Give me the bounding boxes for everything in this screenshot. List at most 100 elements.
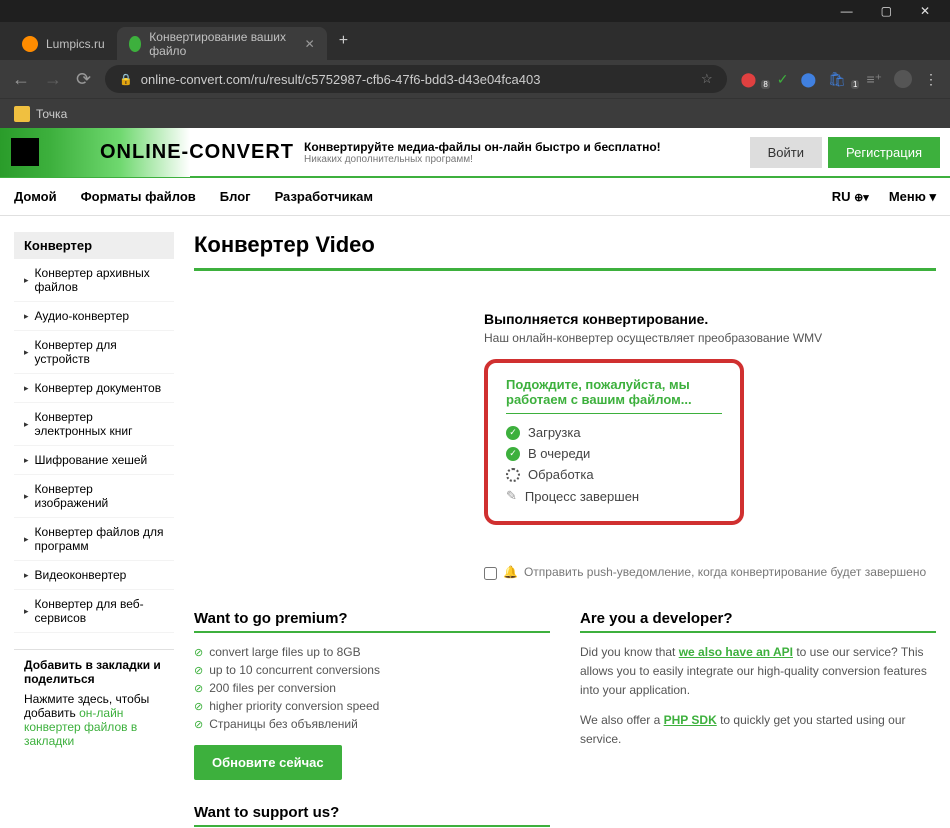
bookmark-box: Добавить в закладки и поделиться Нажмите… <box>14 649 174 756</box>
favicon-icon <box>129 36 142 52</box>
check-icon: ⊘ <box>194 646 203 659</box>
sidebar-item-label: Видеоконвертер <box>35 568 127 582</box>
globe-icon: ⊕▾ <box>854 192 869 204</box>
sidebar-item-image[interactable]: ▸Конвертер изображений <box>14 475 174 518</box>
sidebar-item-archive[interactable]: ▸ Конвертер архивных файлов <box>14 259 174 302</box>
premium-bullet: ⊘higher priority conversion speed <box>194 697 550 715</box>
tab-online-convert[interactable]: Конвертирование ваших файло ✕ <box>117 27 327 60</box>
new-tab-button[interactable]: + <box>327 32 360 50</box>
check-icon: ⊘ <box>194 700 203 713</box>
site-header: ONLINE-CONVERT Конвертируйте медиа-файлы… <box>0 128 950 178</box>
ext-icon[interactable]: ✓ <box>777 71 789 88</box>
star-icon[interactable]: ☆ <box>701 71 713 87</box>
sidebar-item-label: Шифрование хешей <box>35 453 148 467</box>
chevron-right-icon: ▸ <box>24 570 29 581</box>
nav-home[interactable]: Домой <box>14 189 57 204</box>
lock-icon: 🔒 <box>119 73 133 86</box>
extension-icons: ⬤8 ✓ ⬤ 🛍1 ≡⁺ ⋮ <box>741 70 938 88</box>
progress-title: Подождите, пожалуйста, мы работаем с ваш… <box>506 377 722 414</box>
conversion-heading: Выполняется конвертирование. <box>484 311 936 327</box>
sidebar-item-hash[interactable]: ▸ Шифрование хешей <box>14 446 174 475</box>
upgrade-button[interactable]: Обновите сейчас <box>194 745 342 780</box>
minimize-icon[interactable]: — <box>841 4 853 18</box>
conversion-sub: Наш онлайн-конвертер осуществляет преобр… <box>484 331 936 345</box>
window-controls: — ▢ ✕ <box>0 0 950 22</box>
tab-title: Lumpics.ru <box>46 37 105 51</box>
sidebar-item-device[interactable]: ▸Конвертер для устройств <box>14 331 174 374</box>
reload-button[interactable]: ⟳ <box>76 69 91 90</box>
ext-icon[interactable]: ⬤ <box>801 71 817 88</box>
ext-icon[interactable]: 🛍1 <box>828 71 854 88</box>
api-link[interactable]: we also have an API <box>679 645 793 659</box>
close-tab-icon[interactable]: ✕ <box>305 37 315 51</box>
back-button[interactable]: ← <box>12 69 30 90</box>
dev-paragraph: We also offer a PHP SDK to quickly get y… <box>580 711 936 749</box>
push-label: Отправить push-уведомление, когда конвер… <box>524 565 926 579</box>
bookmark-bar: Точка <box>0 98 950 128</box>
sidebar: Конвертер ▸ Конвертер архивных файлов ▸ Ау… <box>14 232 174 827</box>
lang-selector[interactable]: RU ⊕▾ <box>832 189 869 205</box>
step-upload: ✓ Загрузка <box>506 422 722 443</box>
sidebar-item-web[interactable]: ▸Конвертер для веб-сервисов <box>14 590 174 633</box>
chevron-right-icon: ▸ <box>24 606 29 617</box>
step-label: Загрузка <box>528 425 581 440</box>
register-button[interactable]: Регистрация <box>828 137 940 168</box>
premium-bullet: ⊘200 files per conversion <box>194 679 550 697</box>
favicon-icon <box>22 36 38 52</box>
forward-button[interactable]: → <box>44 69 62 90</box>
chevron-right-icon: ▸ <box>24 383 29 394</box>
menu-dropdown[interactable]: Меню ▾ <box>889 189 936 205</box>
chevron-right-icon: ▸ <box>24 311 29 322</box>
tab-lumpics[interactable]: Lumpics.ru <box>10 27 117 60</box>
chevron-right-icon: ▸ <box>24 455 29 466</box>
logo-icon <box>11 138 39 166</box>
spinner-icon <box>506 468 520 482</box>
maximize-icon[interactable]: ▢ <box>881 4 892 18</box>
ext-icon[interactable]: ≡⁺ <box>866 71 882 88</box>
close-window-icon[interactable]: ✕ <box>920 4 930 18</box>
address-bar: ← → ⟳ 🔒 online-convert.com/ru/result/c57… <box>0 60 950 98</box>
progress-box: Подождите, пожалуйста, мы работаем с ваш… <box>484 359 744 525</box>
sidebar-item-label: Аудио-конвертер <box>35 309 130 323</box>
chevron-right-icon: ▸ <box>24 491 29 502</box>
push-notification-option: 🔔 Отправить push-уведомление, когда конв… <box>484 565 936 580</box>
avatar-icon[interactable] <box>894 70 912 88</box>
sdk-link[interactable]: PHP SDK <box>664 713 717 727</box>
tagline: Конвертируйте медиа-файлы он-лайн быстро… <box>304 140 750 165</box>
logo[interactable]: ONLINE-CONVERT <box>0 128 294 177</box>
main-content: Конвертер Video Выполняется конвертирова… <box>194 232 936 827</box>
bell-icon: 🔔 <box>503 565 518 579</box>
sidebar-item-audio[interactable]: ▸ Аудио-конвертер <box>14 302 174 331</box>
menu-icon[interactable]: ⋮ <box>924 71 938 88</box>
sidebar-item-label: Конвертер электронных книг <box>35 410 164 438</box>
sidebar-item-document[interactable]: ▸ Конвертер документов <box>14 374 174 403</box>
sidebar-title: Конвертер <box>14 232 174 259</box>
bookmark-text: Нажмите здесь, чтобы добавить он-лайн ко… <box>24 692 149 748</box>
check-icon: ⊘ <box>194 664 203 677</box>
url-text: online-convert.com/ru/result/c5752987-cf… <box>141 72 541 87</box>
check-icon: ⊘ <box>194 718 203 731</box>
sidebar-item-label: Конвертер архивных файлов <box>35 266 164 294</box>
nav-blog[interactable]: Блог <box>220 189 251 204</box>
url-field[interactable]: 🔒 online-convert.com/ru/result/c5752987-… <box>105 65 727 93</box>
check-icon: ✓ <box>506 426 520 440</box>
premium-title: Want to go premium? <box>194 610 550 633</box>
nav-devs[interactable]: Разработчикам <box>275 189 373 204</box>
bookmark-item[interactable]: Точка <box>36 107 67 121</box>
sidebar-item-software[interactable]: ▸Конвертер файлов для программ <box>14 518 174 561</box>
push-checkbox[interactable] <box>484 567 497 580</box>
developer-column: Are you a developer? Did you know that w… <box>580 610 936 827</box>
login-button[interactable]: Войти <box>750 137 822 168</box>
step-done: ✎Процесс завершен <box>506 485 722 507</box>
nav-formats[interactable]: Форматы файлов <box>81 189 196 204</box>
sidebar-item-ebook[interactable]: ▸Конвертер электронных книг <box>14 403 174 446</box>
step-label: Обработка <box>528 467 594 482</box>
chevron-right-icon: ▸ <box>24 275 29 286</box>
check-icon: ✓ <box>506 447 520 461</box>
ext-icon[interactable]: ⬤8 <box>741 71 765 88</box>
logo-text: ONLINE-CONVERT <box>100 141 294 164</box>
step-label: В очереди <box>528 446 590 461</box>
sidebar-item-video[interactable]: ▸ Видеоконвертер <box>14 561 174 590</box>
sidebar-item-label: Конвертер документов <box>35 381 162 395</box>
premium-bullet: ⊘Страницы без объявлений <box>194 715 550 733</box>
